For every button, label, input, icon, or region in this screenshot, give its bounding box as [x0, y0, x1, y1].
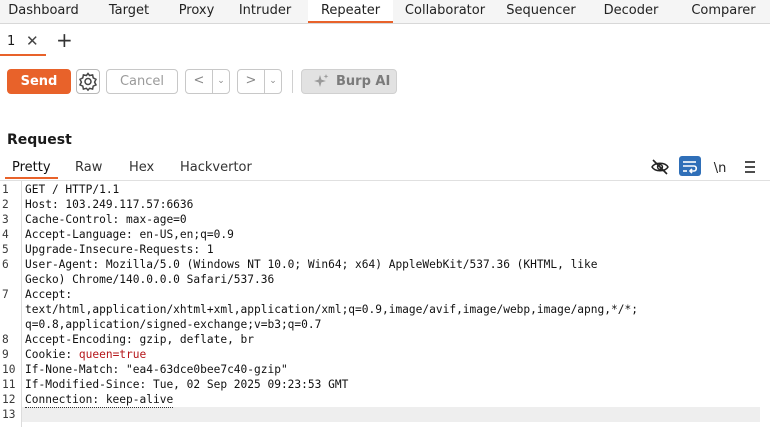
line-number: 12 [2, 393, 16, 406]
newline-icon: \n [713, 161, 727, 176]
line-number: 13 [2, 408, 16, 421]
sparkle-icon [314, 74, 329, 87]
close-icon[interactable]: ✕ [26, 32, 39, 50]
cookie-header-key: Cookie: [25, 348, 79, 361]
hide-nonprinting-button[interactable] [649, 157, 671, 177]
tab-comparer[interactable]: Comparer [677, 0, 770, 23]
line-number: 6 [2, 258, 9, 271]
eye-off-icon [651, 159, 669, 175]
line-text: Accept: [25, 288, 73, 301]
line-number: 11 [2, 378, 16, 391]
toolbar-divider [292, 70, 293, 93]
hamburger-menu-icon [745, 161, 755, 173]
tab-repeater[interactable]: Repeater [308, 0, 393, 23]
editor-line: 2 Host: 103.249.117.57:6636 [0, 197, 770, 212]
line-number: 8 [2, 333, 9, 346]
editor-line: 13 [0, 407, 770, 422]
line-text: text/html,application/xhtml+xml,applicat… [25, 303, 638, 316]
editor-line: 9 Cookie: queen=true [0, 347, 770, 362]
editor-line-wrap: text/html,application/xhtml+xml,applicat… [0, 302, 770, 317]
editor-line: 1 GET / HTTP/1.1 [0, 182, 770, 197]
back-history-dropdown[interactable]: ⌄ [212, 69, 230, 94]
editor-line-wrap: q=0.8,application/signed-exchange;v=b3;q… [0, 317, 770, 332]
line-number: 2 [2, 198, 9, 211]
line-text: Connection: keep-alive [25, 393, 174, 408]
editor-line: 11 If-Modified-Since: Tue, 02 Sep 2025 09… [0, 377, 770, 392]
back-button[interactable]: < [185, 69, 213, 94]
line-number: 10 [2, 363, 16, 376]
request-view-tabs: Pretty Raw Hex Hackvertor \n [0, 156, 770, 179]
chevron-left-icon: < [193, 73, 205, 88]
repeater-tab-bar: 1 ✕ + [0, 24, 770, 58]
cancel-button[interactable]: Cancel [106, 69, 178, 94]
editor-line: 5 Upgrade-Insecure-Requests: 1 [0, 242, 770, 257]
line-text: User-Agent: Mozilla/5.0 (Windows NT 10.0… [25, 258, 598, 271]
line-text: Host: 103.249.117.57:6636 [25, 198, 194, 211]
line-number: 9 [2, 348, 9, 361]
editor-menu-button[interactable] [739, 157, 761, 177]
line-text: GET / HTTP/1.1 [25, 183, 120, 196]
tab-dashboard[interactable]: Dashboard [0, 0, 87, 23]
line-number: 3 [2, 213, 9, 226]
line-number: 5 [2, 243, 9, 256]
repeater-tab-1[interactable]: 1 ✕ [0, 30, 46, 56]
forward-button[interactable]: > [237, 69, 265, 94]
chevron-right-icon: > [245, 73, 257, 88]
line-number: 7 [2, 288, 9, 301]
line-text: Gecko) Chrome/140.0.0.0 Safari/537.36 [25, 273, 275, 286]
tab-hackvertor[interactable]: Hackvertor [180, 160, 252, 179]
tab-decoder[interactable]: Decoder [585, 0, 677, 23]
tool-tab-bar: Dashboard Target Proxy Intruder Repeater… [0, 0, 770, 24]
tab-hex[interactable]: Hex [129, 160, 154, 179]
word-wrap-icon [683, 161, 698, 174]
request-toolbar: Send Cancel < ⌄ > ⌄ Burp AI [0, 60, 770, 104]
show-newlines-toggle[interactable]: \n [709, 157, 731, 177]
line-number: 1 [2, 183, 9, 196]
editor-line: 10 If-None-Match: "ea4-63dce0bee7c40-gzip… [0, 362, 770, 377]
editor-line: 8 Accept-Encoding: gzip, deflate, br [0, 332, 770, 347]
tab-pretty[interactable]: Pretty [5, 160, 58, 179]
tab-raw[interactable]: Raw [75, 160, 102, 179]
repeater-tab-label: 1 [7, 34, 16, 49]
line-number: 4 [2, 228, 9, 241]
tab-collaborator[interactable]: Collaborator [393, 0, 497, 23]
line-text: If-None-Match: "ea4-63dce0bee7c40-gzip" [25, 363, 288, 376]
line-text: If-Modified-Since: Tue, 02 Sep 2025 09:2… [25, 378, 349, 391]
editor-line-wrap: Gecko) Chrome/140.0.0.0 Safari/537.36 [0, 272, 770, 287]
tab-target[interactable]: Target [87, 0, 171, 23]
cookie-value: queen=true [78, 348, 147, 361]
burp-ai-button[interactable]: Burp AI [301, 69, 397, 94]
chevron-down-icon: ⌄ [217, 76, 225, 86]
editor-line: 4 Accept-Language: en-US,en;q=0.9 [0, 227, 770, 242]
send-button[interactable]: Send [7, 69, 71, 94]
editor-line: 12 Connection: keep-alive [0, 392, 770, 408]
word-wrap-toggle[interactable] [679, 156, 701, 176]
editor-line: 3 Cache-Control: max-age=0 [0, 212, 770, 227]
editor-line: 7 Accept: [0, 287, 770, 302]
add-tab-button[interactable]: + [56, 29, 73, 51]
gear-icon [78, 72, 98, 92]
tab-intruder[interactable]: Intruder [222, 0, 308, 23]
line-text: Upgrade-Insecure-Requests: 1 [25, 243, 214, 256]
request-title: Request [7, 132, 72, 148]
tab-proxy[interactable]: Proxy [171, 0, 222, 23]
line-text: Cookie: queen=true [25, 347, 146, 362]
tab-sequencer[interactable]: Sequencer [497, 0, 585, 23]
forward-history-dropdown[interactable]: ⌄ [264, 69, 282, 94]
editor-line: 6 User-Agent: Mozilla/5.0 (Windows NT 10.… [0, 257, 770, 272]
line-text: Cache-Control: max-age=0 [25, 213, 187, 226]
settings-button[interactable] [76, 69, 100, 94]
burp-ai-label: Burp AI [336, 74, 391, 89]
line-text: Accept-Language: en-US,en;q=0.9 [25, 228, 234, 241]
line-text: Accept-Encoding: gzip, deflate, br [25, 333, 255, 346]
request-editor[interactable]: 1 GET / HTTP/1.1 2 Host: 103.249.117.57:66… [0, 181, 770, 427]
line-text: q=0.8,application/signed-exchange;v=b3;q… [25, 318, 322, 331]
chevron-down-icon: ⌄ [269, 76, 277, 86]
